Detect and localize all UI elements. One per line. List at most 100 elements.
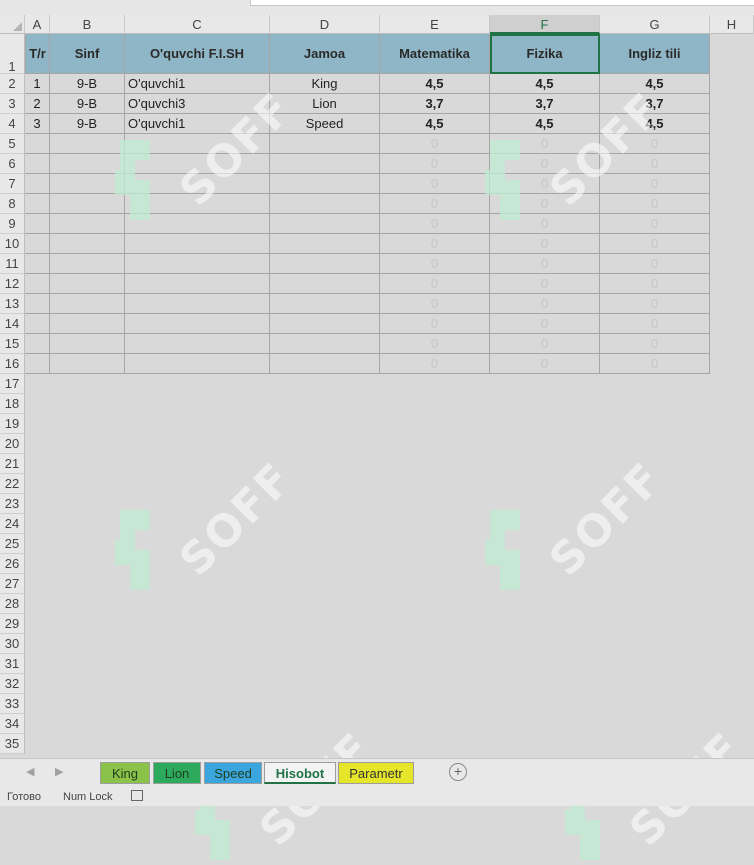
cell-zero[interactable]: 0	[490, 294, 600, 314]
cell-empty[interactable]	[270, 254, 380, 274]
cell-zero[interactable]: 0	[380, 234, 490, 254]
cell-zero[interactable]: 0	[490, 314, 600, 334]
cell-zero[interactable]: 0	[380, 194, 490, 214]
row-header-19[interactable]: 19	[0, 414, 25, 434]
cell-fish[interactable]: O'quvchi1	[125, 74, 270, 94]
cell-empty[interactable]	[270, 354, 380, 374]
tab-hisobot[interactable]: Hisobot	[264, 762, 336, 784]
cell-empty[interactable]	[125, 254, 270, 274]
column-header-e[interactable]: E	[380, 15, 490, 34]
column-header-a[interactable]: A	[25, 15, 50, 34]
row-header-1[interactable]: 1	[0, 34, 25, 74]
cell-empty[interactable]	[270, 174, 380, 194]
cell-zero[interactable]: 0	[600, 314, 710, 334]
cell-tr[interactable]: 3	[25, 114, 50, 134]
cell-zero[interactable]: 0	[600, 234, 710, 254]
row-header-4[interactable]: 4	[0, 114, 25, 134]
cell-empty[interactable]	[125, 194, 270, 214]
cell-zero[interactable]: 0	[490, 234, 600, 254]
cell-zero[interactable]: 0	[600, 274, 710, 294]
tab-parametr[interactable]: Parametr	[338, 762, 414, 784]
cell-zero[interactable]: 0	[600, 354, 710, 374]
cell-zero[interactable]: 0	[600, 134, 710, 154]
column-header-c[interactable]: C	[125, 15, 270, 34]
cell-zero[interactable]: 0	[600, 214, 710, 234]
row-header-33[interactable]: 33	[0, 694, 25, 714]
header-cell-fizika[interactable]: Fizika	[490, 34, 600, 74]
cell-zero[interactable]: 0	[600, 194, 710, 214]
cell-ingliz[interactable]: 3,7	[600, 94, 710, 114]
cell-empty[interactable]	[270, 214, 380, 234]
cell-zero[interactable]: 0	[490, 254, 600, 274]
row-header-31[interactable]: 31	[0, 654, 25, 674]
cell-empty[interactable]	[125, 234, 270, 254]
row-header-27[interactable]: 27	[0, 574, 25, 594]
cell-empty[interactable]	[125, 154, 270, 174]
cell-empty[interactable]	[25, 214, 50, 234]
cell-empty[interactable]	[125, 214, 270, 234]
tab-speed[interactable]: Speed	[204, 762, 262, 784]
cell-empty[interactable]	[50, 234, 125, 254]
cell-zero[interactable]: 0	[380, 214, 490, 234]
cell-empty[interactable]	[25, 274, 50, 294]
select-all-corner[interactable]	[0, 15, 25, 34]
cell-tr[interactable]: 1	[25, 74, 50, 94]
cell-zero[interactable]: 0	[380, 154, 490, 174]
cell-empty[interactable]	[270, 314, 380, 334]
cell-empty[interactable]	[25, 234, 50, 254]
cell-empty[interactable]	[25, 174, 50, 194]
cell-empty[interactable]	[50, 294, 125, 314]
row-header-26[interactable]: 26	[0, 554, 25, 574]
cell-matematika[interactable]: 4,5	[380, 74, 490, 94]
cell-fizika[interactable]: 4,5	[490, 74, 600, 94]
cell-empty[interactable]	[270, 234, 380, 254]
cell-zero[interactable]: 0	[490, 154, 600, 174]
cell-empty[interactable]	[25, 254, 50, 274]
cell-jamoa[interactable]: Speed	[270, 114, 380, 134]
row-header-21[interactable]: 21	[0, 454, 25, 474]
cell-zero[interactable]: 0	[490, 214, 600, 234]
row-header-16[interactable]: 16	[0, 354, 25, 374]
cell-empty[interactable]	[125, 294, 270, 314]
cell-empty[interactable]	[125, 274, 270, 294]
macro-record-icon[interactable]	[131, 790, 143, 801]
cell-zero[interactable]: 0	[490, 194, 600, 214]
row-header-34[interactable]: 34	[0, 714, 25, 734]
formula-input-edge[interactable]	[250, 0, 754, 6]
column-header-d[interactable]: D	[270, 15, 380, 34]
row-header-30[interactable]: 30	[0, 634, 25, 654]
cell-zero[interactable]: 0	[380, 334, 490, 354]
row-header-24[interactable]: 24	[0, 514, 25, 534]
cell-sinf[interactable]: 9-B	[50, 94, 125, 114]
row-header-7[interactable]: 7	[0, 174, 25, 194]
row-header-25[interactable]: 25	[0, 534, 25, 554]
cell-zero[interactable]: 0	[380, 174, 490, 194]
row-header-3[interactable]: 3	[0, 94, 25, 114]
cell-zero[interactable]: 0	[490, 274, 600, 294]
header-cell-ingliz[interactable]: Ingliz tili	[600, 34, 710, 74]
cell-empty[interactable]	[25, 194, 50, 214]
cell-empty[interactable]	[50, 174, 125, 194]
column-header-h[interactable]: H	[710, 15, 754, 34]
cell-zero[interactable]: 0	[380, 294, 490, 314]
cell-empty[interactable]	[270, 194, 380, 214]
row-header-8[interactable]: 8	[0, 194, 25, 214]
column-header-b[interactable]: B	[50, 15, 125, 34]
row-header-28[interactable]: 28	[0, 594, 25, 614]
cell-empty[interactable]	[50, 154, 125, 174]
cell-empty[interactable]	[25, 154, 50, 174]
row-header-13[interactable]: 13	[0, 294, 25, 314]
cell-zero[interactable]: 0	[380, 354, 490, 374]
cell-empty[interactable]	[270, 294, 380, 314]
row-header-35[interactable]: 35	[0, 734, 25, 754]
cell-zero[interactable]: 0	[600, 174, 710, 194]
row-header-17[interactable]: 17	[0, 374, 25, 394]
cell-empty[interactable]	[50, 254, 125, 274]
cell-sinf[interactable]: 9-B	[50, 74, 125, 94]
cell-empty[interactable]	[50, 354, 125, 374]
row-header-14[interactable]: 14	[0, 314, 25, 334]
cell-jamoa[interactable]: Lion	[270, 94, 380, 114]
cell-fizika[interactable]: 3,7	[490, 94, 600, 114]
header-cell-matematika[interactable]: Matematika	[380, 34, 490, 74]
cell-fish[interactable]: O'quvchi1	[125, 114, 270, 134]
